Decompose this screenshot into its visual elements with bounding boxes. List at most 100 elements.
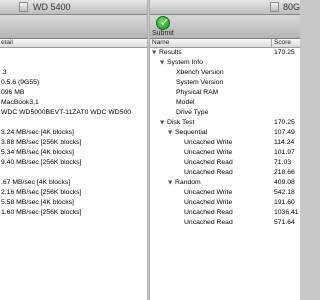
tree-row[interactable]: System Version — [150, 78, 300, 88]
detail-value: .3 — [1, 69, 7, 76]
tree-row-score: 1036.41 — [274, 209, 299, 216]
tree-row[interactable]: Uncached Write 114.24 — [150, 138, 300, 148]
right-window-title: 80GB — [283, 2, 300, 12]
tree-row-random[interactable]: ▼ Random 409.08 — [150, 178, 300, 188]
detail-row[interactable]: 2.16 MB/sec [256K blocks] — [0, 188, 147, 198]
checkmark-circle-icon: ✓ — [156, 16, 170, 30]
detail-value: 096 MB — [1, 89, 25, 96]
tree-row-system-info[interactable]: ▼ System Info — [150, 58, 300, 68]
tree-row[interactable]: Xbench Version — [150, 68, 300, 78]
tree-row-score: 170.25 — [274, 119, 295, 126]
tree-row-score: 409.08 — [274, 179, 295, 186]
tree-row[interactable]: Drive Type — [150, 108, 300, 118]
submit-button-label: Submit — [152, 30, 174, 37]
detail-row[interactable]: .67 MB/sec [4K blocks] — [0, 178, 147, 188]
submit-button[interactable]: ✓ Submit — [152, 16, 176, 38]
tree-row[interactable]: Uncached Read 1036.41 — [150, 208, 300, 218]
detail-value: WDC WD5000BEVT-11ZAT0 WDC WD500 — [1, 109, 132, 116]
tree-row-label: Uncached Write — [184, 199, 233, 206]
score-column-header[interactable]: Score — [274, 39, 291, 46]
tree-row-label: Uncached Write — [184, 149, 233, 156]
tree-row-sequential[interactable]: ▼ Sequential 107.49 — [150, 128, 300, 138]
tree-row-label: Uncached Read — [184, 159, 233, 166]
right-window-titlebar[interactable]: 80GB — [150, 0, 300, 15]
tree-row-label: Physical RAM — [176, 89, 219, 96]
detail-value: MacBook3,1 — [1, 99, 39, 106]
tree-row-label: Drive Type — [176, 109, 209, 116]
tree-row-label: Random — [175, 179, 201, 186]
left-window-title: WD 5400 — [33, 2, 71, 12]
detail-value: 3.88 MB/sec [256K blocks] — [1, 139, 82, 146]
tree-row-label: Xbench Version — [176, 69, 224, 76]
hard-disk-icon — [19, 2, 28, 12]
tree-row-label: System Info — [167, 59, 203, 66]
detail-row[interactable]: .3 — [0, 68, 147, 78]
tree-row-score: 101.97 — [274, 149, 295, 156]
detail-value: 5.58 MB/sec [4K blocks] — [1, 199, 74, 206]
detail-row[interactable] — [0, 118, 147, 128]
tree-row[interactable]: Uncached Read 218.66 — [150, 168, 300, 178]
column-separator[interactable] — [271, 39, 272, 48]
tree-row-disk-test[interactable]: ▼ Disk Test 170.25 — [150, 118, 300, 128]
tree-row-label: Uncached Read — [184, 209, 233, 216]
detail-value: 2.16 MB/sec [256K blocks] — [1, 189, 82, 196]
detail-value: 9.40 MB/sec [256K blocks] — [1, 159, 82, 166]
tree-row-score: 191.60 — [274, 199, 295, 206]
tree-row-label: System Version — [176, 79, 224, 86]
tree-row[interactable]: Uncached Write 191.60 — [150, 198, 300, 208]
tree-row-score: 114.24 — [274, 139, 295, 146]
tree-row[interactable]: Physical RAM — [150, 88, 300, 98]
name-column-header[interactable]: Name — [152, 39, 169, 46]
disclosure-triangle-icon[interactable]: ▼ — [168, 128, 172, 138]
detail-row[interactable]: 096 MB — [0, 88, 147, 98]
left-results-window: WD 5400 etail .3 0.5.6 (9G55) 096 MB Mac… — [0, 0, 147, 300]
right-results-window: 80GB ✓ Submit Name Score ▼ Results 170.2… — [150, 0, 300, 300]
detail-value: 0.5.6 (9G55) — [1, 79, 40, 86]
tree-row-score: 571.64 — [274, 219, 295, 226]
detail-row[interactable]: 5.58 MB/sec [4K blocks] — [0, 198, 147, 208]
tree-row-label: Uncached Write — [184, 139, 233, 146]
tree-row-label: Results — [159, 49, 182, 56]
right-window-toolbar: ✓ Submit — [150, 15, 300, 39]
left-column-header[interactable]: etail — [0, 39, 147, 48]
disclosure-triangle-icon[interactable]: ▼ — [160, 58, 164, 68]
detail-value: 5.34 MB/sec [4K blocks] — [1, 149, 74, 156]
tree-row[interactable]: Uncached Read 71.03 — [150, 158, 300, 168]
tree-row[interactable]: Uncached Write 542.18 — [150, 188, 300, 198]
tree-row-results[interactable]: ▼ Results 170.25 — [150, 48, 300, 58]
left-window-titlebar[interactable]: WD 5400 — [0, 0, 147, 15]
detail-row[interactable]: 1.60 MB/sec [256K blocks] — [0, 208, 147, 218]
tree-row-score: 218.66 — [274, 169, 295, 176]
detail-row[interactable]: 3.88 MB/sec [256K blocks] — [0, 138, 147, 148]
tree-row-label: Uncached Read — [184, 219, 233, 226]
detail-row[interactable]: 5.34 MB/sec [4K blocks] — [0, 148, 147, 158]
tree-row-score: 542.18 — [274, 189, 295, 196]
detail-row[interactable]: 9.40 MB/sec [256K blocks] — [0, 158, 147, 168]
tree-row-label: Disk Test — [167, 119, 195, 126]
detail-row[interactable] — [0, 168, 147, 178]
disclosure-triangle-icon[interactable]: ▼ — [160, 118, 164, 128]
disclosure-triangle-icon[interactable]: ▼ — [152, 48, 156, 58]
tree-row-label: Uncached Read — [184, 169, 233, 176]
tree-row-score: 170.25 — [274, 49, 295, 56]
detail-value: 1.60 MB/sec [256K blocks] — [1, 209, 82, 216]
hard-disk-icon — [270, 2, 279, 12]
tree-row-score: 71.03 — [274, 159, 292, 166]
detail-value: 3.24 MB/sec [4K blocks] — [1, 129, 74, 136]
tree-row-label: Model — [176, 99, 195, 106]
tree-row[interactable]: Model — [150, 98, 300, 108]
tree-row[interactable]: Uncached Write 101.97 — [150, 148, 300, 158]
disclosure-triangle-icon[interactable]: ▼ — [168, 178, 172, 188]
left-window-toolbar — [0, 15, 147, 39]
tree-row-score: 107.49 — [274, 129, 295, 136]
detail-column-label: etail — [1, 39, 13, 46]
detail-value: .67 MB/sec [4K blocks] — [1, 179, 71, 186]
detail-row[interactable]: WDC WD5000BEVT-11ZAT0 WDC WD500 — [0, 108, 147, 118]
detail-row[interactable]: 0.5.6 (9G55) — [0, 78, 147, 88]
tree-row-label: Sequential — [175, 129, 208, 136]
tree-row[interactable]: Uncached Read 571.64 — [150, 218, 300, 228]
tree-row-label: Uncached Write — [184, 189, 233, 196]
detail-row[interactable]: 3.24 MB/sec [4K blocks] — [0, 128, 147, 138]
right-column-header: Name Score — [150, 39, 300, 48]
detail-row[interactable]: MacBook3,1 — [0, 98, 147, 108]
